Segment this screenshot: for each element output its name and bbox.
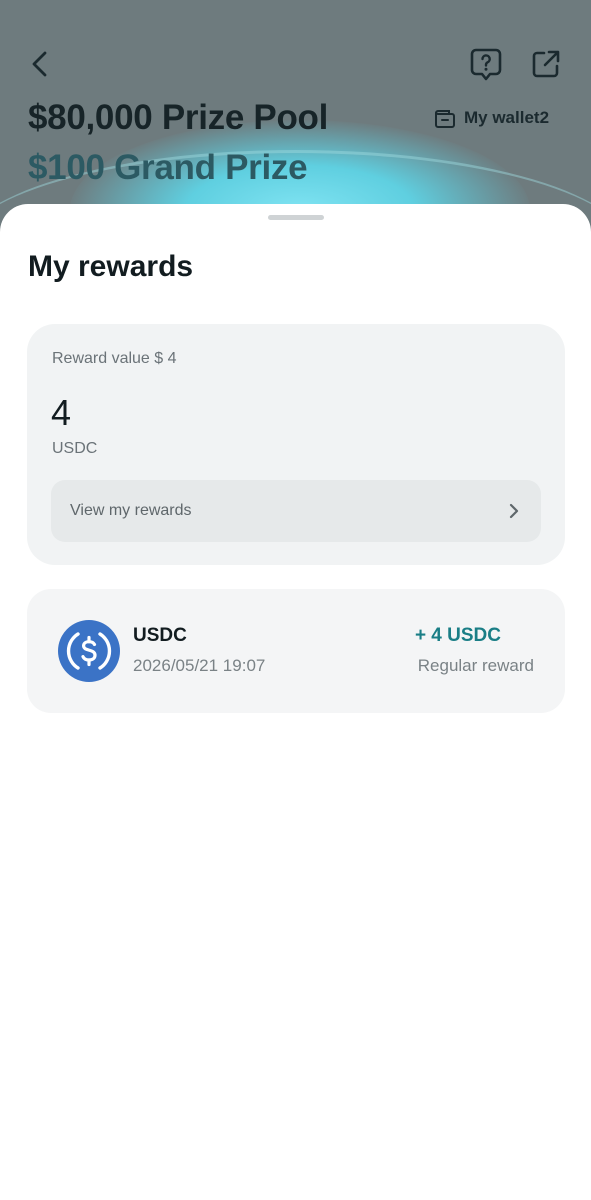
external-link-icon: [532, 50, 560, 78]
wallet-icon: [435, 110, 455, 128]
view-my-rewards-button[interactable]: View my rewards: [51, 480, 541, 542]
chevron-right-icon: [509, 503, 519, 519]
back-button[interactable]: [20, 44, 60, 84]
grand-prize-title: $100 Grand Prize: [28, 148, 308, 187]
reward-date: 2026/05/21 19:07: [133, 656, 266, 675]
coin-name: USDC: [133, 625, 187, 646]
sheet-title: My rewards: [28, 250, 194, 283]
reward-summary-card: Reward value $ 4 4 USDC View my rewards: [27, 324, 565, 565]
wallet-selector[interactable]: My wallet2: [434, 104, 549, 132]
help-button[interactable]: [466, 44, 506, 84]
reward-amount: 4: [51, 392, 72, 433]
reward-value-label: Reward value $ 4: [52, 350, 177, 367]
chevron-left-icon: [32, 51, 47, 77]
usdc-coin-icon: [58, 620, 120, 682]
wallet-label: My wallet2: [464, 108, 550, 127]
share-button[interactable]: [526, 44, 566, 84]
rewards-sheet: My rewards Reward value $ 4 4 USDC View …: [0, 204, 591, 1200]
reward-history-item[interactable]: USDC 2026/05/21 19:07 + 4 USDC Regular r…: [27, 589, 565, 713]
reward-amount-change: + 4 USDC: [414, 625, 501, 646]
reward-type: Regular reward: [417, 656, 534, 675]
reward-unit: USDC: [52, 440, 98, 457]
sheet-drag-handle[interactable]: [268, 215, 324, 220]
prize-pool-title: $80,000 Prize Pool: [28, 98, 329, 137]
top-bar: [0, 0, 591, 100]
help-bubble-icon: [470, 48, 502, 81]
view-my-rewards-label: View my rewards: [70, 502, 192, 519]
